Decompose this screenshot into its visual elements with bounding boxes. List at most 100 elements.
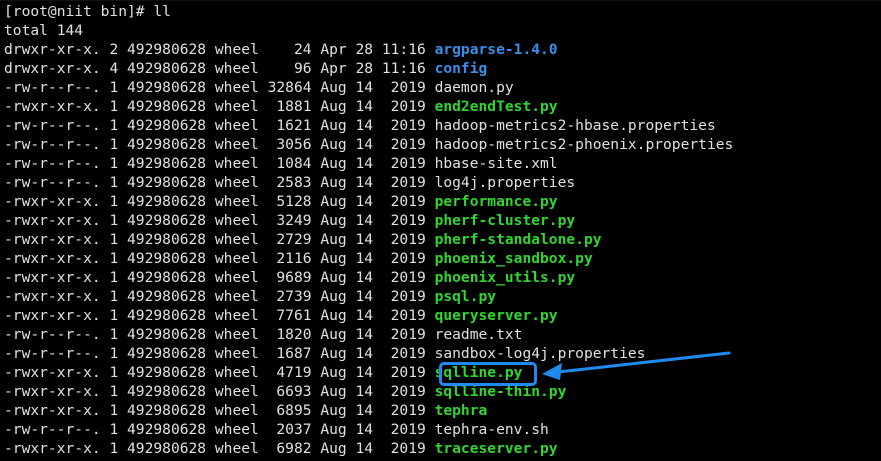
directory-name[interactable]: config: [435, 60, 488, 77]
links-field: 4: [100, 60, 119, 77]
time-field: 2019: [373, 383, 426, 400]
month-field: Aug: [311, 364, 347, 381]
executable-name[interactable]: sqlline.py: [435, 364, 523, 381]
executable-name[interactable]: phoenix_sandbox.py: [435, 250, 593, 267]
group-field: wheel: [206, 193, 259, 210]
column-gap: [426, 421, 435, 438]
group-field: wheel: [206, 174, 259, 191]
file-name[interactable]: daemon.py: [435, 79, 514, 96]
time-field: 2019: [373, 231, 426, 248]
owner-field: 492980628: [118, 60, 207, 77]
links-field: 1: [100, 174, 119, 191]
group-field: wheel: [206, 117, 259, 134]
executable-name[interactable]: queryserver.py: [435, 307, 558, 324]
executable-name[interactable]: phoenix_utils.py: [435, 269, 576, 286]
file-name[interactable]: hadoop-metrics2-hbase.properties: [435, 117, 716, 134]
links-field: 1: [100, 326, 119, 343]
executable-name[interactable]: performance.py: [435, 193, 558, 210]
time-field: 2019: [373, 288, 426, 305]
owner-field: 492980628: [118, 98, 207, 115]
size-field: 4719: [258, 364, 312, 381]
file-name[interactable]: tephra-env.sh: [435, 421, 549, 438]
group-field: wheel: [206, 155, 259, 172]
day-field: 14: [346, 364, 374, 381]
day-field: 14: [346, 345, 374, 362]
day-field: 14: [346, 269, 374, 286]
column-gap: [426, 155, 435, 172]
month-field: Aug: [311, 79, 347, 96]
file-name[interactable]: log4j.properties: [435, 174, 576, 191]
size-field: 1881: [258, 98, 312, 115]
size-field: 2116: [258, 250, 312, 267]
day-field: 14: [346, 155, 374, 172]
file-row: -rwxr-xr-x. 1 492980628 wheel 5128 Aug 1…: [4, 192, 877, 211]
day-field: 14: [346, 383, 374, 400]
size-field: 96: [258, 60, 312, 77]
group-field: wheel: [206, 364, 259, 381]
time-field: 11:16: [373, 60, 426, 77]
time-field: 2019: [373, 402, 426, 419]
executable-name[interactable]: pherf-cluster.py: [435, 212, 576, 229]
links-field: 1: [100, 345, 119, 362]
column-gap: [426, 41, 435, 58]
size-field: 7761: [258, 307, 312, 324]
day-field: 14: [346, 193, 374, 210]
file-row: -rw-r--r--. 1 492980628 wheel 2037 Aug 1…: [4, 420, 877, 439]
month-field: Aug: [311, 402, 347, 419]
size-field: 1820: [258, 326, 312, 343]
executable-name[interactable]: psql.py: [435, 288, 497, 305]
executable-name[interactable]: end2endTest.py: [435, 98, 558, 115]
month-field: Aug: [311, 440, 347, 457]
time-field: 2019: [373, 174, 426, 191]
terminal-output[interactable]: [root@niit bin]# ll total 144 drwxr-xr-x…: [4, 2, 877, 458]
month-field: Aug: [311, 326, 347, 343]
file-name[interactable]: hadoop-metrics2-phoenix.properties: [435, 136, 734, 153]
permissions-field: -rwxr-xr-x.: [4, 212, 101, 229]
owner-field: 492980628: [118, 79, 207, 96]
executable-name[interactable]: tephra: [435, 402, 488, 419]
size-field: 3249: [258, 212, 312, 229]
owner-field: 492980628: [118, 402, 207, 419]
time-field: 2019: [373, 155, 426, 172]
permissions-field: -rw-r--r--.: [4, 136, 101, 153]
executable-name[interactable]: sqlline-thin.py: [435, 383, 567, 400]
window-top-edge: [0, 0, 881, 1]
month-field: Aug: [311, 212, 347, 229]
group-field: wheel: [206, 440, 259, 457]
directory-name[interactable]: argparse-1.4.0: [435, 41, 558, 58]
permissions-field: -rw-r--r--.: [4, 326, 101, 343]
executable-name[interactable]: traceserver.py: [435, 440, 558, 457]
column-gap: [426, 212, 435, 229]
executable-name[interactable]: pherf-standalone.py: [435, 231, 602, 248]
file-name[interactable]: hbase-site.xml: [435, 155, 558, 172]
owner-field: 492980628: [118, 136, 207, 153]
size-field: 2583: [258, 174, 312, 191]
day-field: 14: [346, 136, 374, 153]
file-row: drwxr-xr-x. 4 492980628 wheel 96 Apr 28 …: [4, 59, 877, 78]
column-gap: [426, 136, 435, 153]
group-field: wheel: [206, 269, 259, 286]
links-field: 1: [100, 136, 119, 153]
time-field: 2019: [373, 212, 426, 229]
file-row: -rwxr-xr-x. 1 492980628 wheel 2729 Aug 1…: [4, 230, 877, 249]
month-field: Aug: [311, 269, 347, 286]
time-field: 2019: [373, 421, 426, 438]
group-field: wheel: [206, 326, 259, 343]
size-field: 1621: [258, 117, 312, 134]
file-listing: drwxr-xr-x. 2 492980628 wheel 24 Apr 28 …: [4, 40, 877, 458]
file-row: -rw-r--r--. 1 492980628 wheel 2583 Aug 1…: [4, 173, 877, 192]
links-field: 1: [100, 307, 119, 324]
permissions-field: -rwxr-xr-x.: [4, 307, 101, 324]
owner-field: 492980628: [118, 231, 207, 248]
file-row: -rwxr-xr-x. 1 492980628 wheel 6895 Aug 1…: [4, 401, 877, 420]
month-field: Aug: [311, 231, 347, 248]
owner-field: 492980628: [118, 41, 207, 58]
group-field: wheel: [206, 250, 259, 267]
file-name[interactable]: readme.txt: [435, 326, 523, 343]
column-gap: [426, 193, 435, 210]
time-field: 2019: [373, 326, 426, 343]
links-field: 1: [100, 421, 119, 438]
month-field: Aug: [311, 250, 347, 267]
file-name[interactable]: sandbox-log4j.properties: [435, 345, 646, 362]
permissions-field: -rw-r--r--.: [4, 79, 101, 96]
